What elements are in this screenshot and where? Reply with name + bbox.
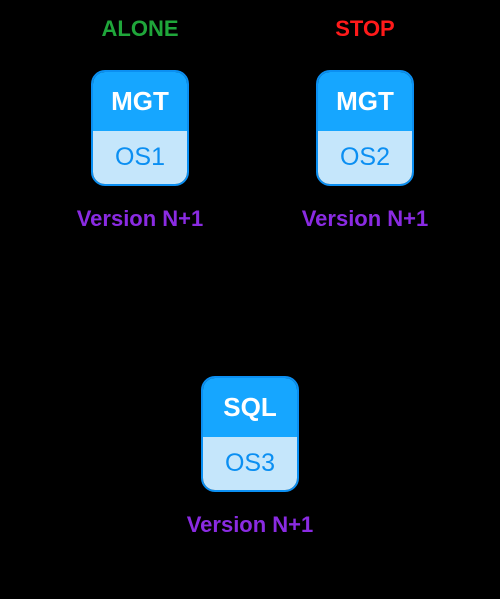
- version-label: Version N+1: [280, 206, 450, 232]
- service-box: SQL OS3: [201, 376, 299, 492]
- node-sql-os3: SQL OS3 Version N+1: [165, 322, 335, 538]
- os-label: OS1: [93, 131, 187, 184]
- service-label: MGT: [93, 72, 187, 131]
- status-label: STOP: [280, 16, 450, 44]
- node-mgt-os2: STOP MGT OS2 Version N+1: [280, 16, 450, 232]
- status-label: ALONE: [55, 16, 225, 44]
- version-label: Version N+1: [55, 206, 225, 232]
- service-box: MGT OS1: [91, 70, 189, 186]
- node-mgt-os1: ALONE MGT OS1 Version N+1: [55, 16, 225, 232]
- version-label: Version N+1: [165, 512, 335, 538]
- os-label: OS2: [318, 131, 412, 184]
- service-box: MGT OS2: [316, 70, 414, 186]
- os-label: OS3: [203, 437, 297, 490]
- service-label: MGT: [318, 72, 412, 131]
- service-label: SQL: [203, 378, 297, 437]
